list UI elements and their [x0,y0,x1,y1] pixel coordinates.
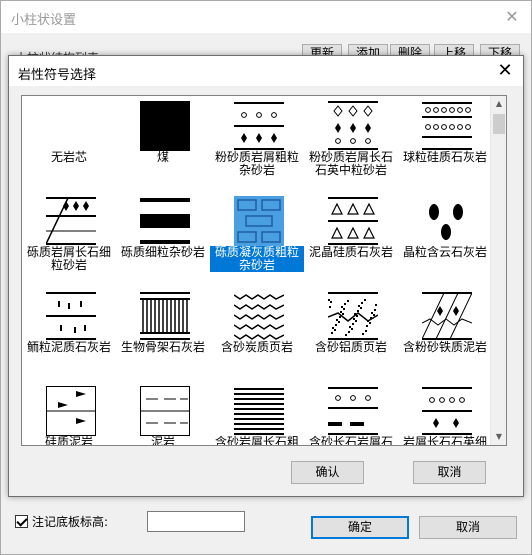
gravelly-lithic-feldspar-fine-sandstone-icon [46,196,96,246]
symbol-cell[interactable]: 砾质细粒杂砂岩 [116,191,210,286]
outer-window-title: 小柱状设置 [11,13,77,28]
annotate-floor-elevation-checkbox[interactable] [15,515,28,528]
symbol-label: 鲕粒泥质石灰岩 [26,340,111,354]
symbol-label: 粉砂质岩屑长石石英中粒砂岩 [308,150,393,177]
dialog-close-icon[interactable]: ✕ [491,57,519,85]
symbol-cell[interactable]: 含砂长石岩屑石 [304,381,398,446]
outer-cancel-button[interactable]: 取消 [419,516,517,539]
symbol-label: 粉砂质岩屑粗粒杂砂岩 [214,150,299,177]
symbol-label: 砾质细粒杂砂岩 [120,245,205,259]
symbol-cell[interactable]: 岩屑长石石英细 [398,381,492,446]
symbol-cell[interactable]: 无岩芯 [22,96,116,191]
scroll-up-icon[interactable]: ▲ [491,96,506,112]
symbol-cell[interactable]: 砾质岩屑长石细粒砂岩 [22,191,116,286]
oolitic-argillaceous-limestone-icon [46,291,96,341]
symbol-cell[interactable]: 泥晶硅质石灰岩 [304,191,398,286]
sandy-carbonaceous-shale-icon [234,291,284,341]
symbol-cell[interactable]: 含砂炭质页岩 [210,286,304,381]
symbol-cells: 无岩芯 煤 粉砂质岩屑粗粒杂砂岩 粉砂质岩屑长石石英中粒砂岩 球粒硅质石灰岩砾质岩屑长石… [22,96,492,445]
symbol-cell[interactable]: 硅质泥岩 [22,381,116,446]
sandy-feldspar-lithic-icon [328,386,378,436]
symbol-label: 泥晶硅质石灰岩 [308,245,393,259]
symbol-label: 含粉砂铁质泥岩 [402,340,487,354]
symbol-label: 硅质泥岩 [44,435,93,446]
symbol-cell[interactable]: 粉砂质岩屑粗粒杂砂岩 [210,96,304,191]
silty-lithic-feldspar-quartz-sandstone-icon [328,101,378,151]
symbol-cell[interactable]: 鲕粒泥质石灰岩 [22,286,116,381]
symbol-label: 含砂长石岩屑石 [308,435,393,446]
bio-framework-limestone-icon [140,291,190,341]
siliceous-mudstone-icon [46,386,96,436]
floor-elevation-input[interactable] [147,511,245,532]
crystalline-dolomitic-limestone-icon [422,196,472,246]
silty-ferruginous-mudstone-icon [422,291,472,341]
symbol-cell[interactable]: 生物骨架石灰岩 [116,286,210,381]
symbol-label: 岩屑长石石英细 [402,435,487,446]
lithic-feldspar-quartz-fine-icon [422,386,472,436]
dialog-cancel-button[interactable]: 取消 [413,461,486,484]
scroll-down-icon[interactable]: ▼ [491,429,506,445]
symbol-cell[interactable]: 粉砂质岩屑长石石英中粒砂岩 [304,96,398,191]
symbol-cell[interactable]: 球粒硅质石灰岩 [398,96,492,191]
symbol-cell[interactable]: 晶粒含云石灰岩 [398,191,492,286]
symbol-cell[interactable]: 砾质凝灰质粗粒杂砂岩 [210,191,304,286]
symbol-label: 生物骨架石灰岩 [120,340,205,354]
dialog-title: 岩性符号选择 [18,68,97,83]
symbol-label: 无岩芯 [50,150,87,164]
outer-close-icon[interactable]: ✕ [497,3,527,31]
outer-title-bar: 小柱状设置 ✕ [1,1,531,33]
symbol-label: 含砂铝质页岩 [314,340,387,354]
sandy-aluminous-shale-icon [328,291,378,341]
symbol-cell[interactable]: 含砂岩屑长石粗 [210,381,304,446]
symbol-cell[interactable]: 煤 [116,96,210,191]
symbol-label: 煤 [156,150,169,164]
dialog-confirm-button[interactable]: 确认 [291,461,364,484]
symbol-label: 球粒硅质石灰岩 [402,150,487,164]
micritic-siliceous-limestone-icon [328,196,378,246]
annotate-floor-elevation-label: 注记底板标高: [32,515,109,529]
symbol-label: 含砂岩屑长石粗 [214,435,299,446]
annotate-floor-elevation[interactable]: 注记底板标高: [15,513,108,530]
symbol-cell[interactable]: 泥岩 [116,381,210,446]
symbol-cell[interactable]: 含砂铝质页岩 [304,286,398,381]
symbol-label: 晶粒含云石灰岩 [402,245,487,259]
silty-lithic-coarse-greywacke-icon [234,101,284,151]
mudstone-icon [140,386,190,436]
symbol-grid: 无岩芯 煤 粉砂质岩屑粗粒杂砂岩 粉砂质岩屑长石石英中粒砂岩 球粒硅质石灰岩砾质岩屑长石… [21,95,507,446]
vertical-scrollbar[interactable]: ▲ ▼ [490,96,506,445]
gravelly-fine-greywacke-icon [140,196,190,246]
lithology-symbol-dialog: 岩性符号选择 ✕ 无岩芯 煤 粉砂质岩屑粗粒杂砂岩 粉砂质岩屑长石石英中粒砂岩 球粒硅质… [8,55,524,497]
symbol-label: 泥岩 [150,435,175,446]
scroll-thumb[interactable] [493,114,505,134]
dialog-title-bar: 岩性符号选择 ✕ [9,56,523,86]
symbol-cell[interactable]: 含粉砂铁质泥岩 [398,286,492,381]
coal-icon [140,101,190,151]
empty-core-icon [46,101,96,151]
pellet-siliceous-limestone-icon [422,101,472,151]
outer-ok-button[interactable]: 确定 [311,516,409,539]
gravelly-tuffaceous-coarse-greywacke-icon [234,196,284,246]
symbol-label: 含砂炭质页岩 [220,340,293,354]
symbol-label: 砾质岩屑长石细粒砂岩 [26,245,111,272]
symbol-label: 砾质凝灰质粗粒杂砂岩 [210,246,304,272]
sandy-lithic-feldspar-icon [234,386,284,436]
